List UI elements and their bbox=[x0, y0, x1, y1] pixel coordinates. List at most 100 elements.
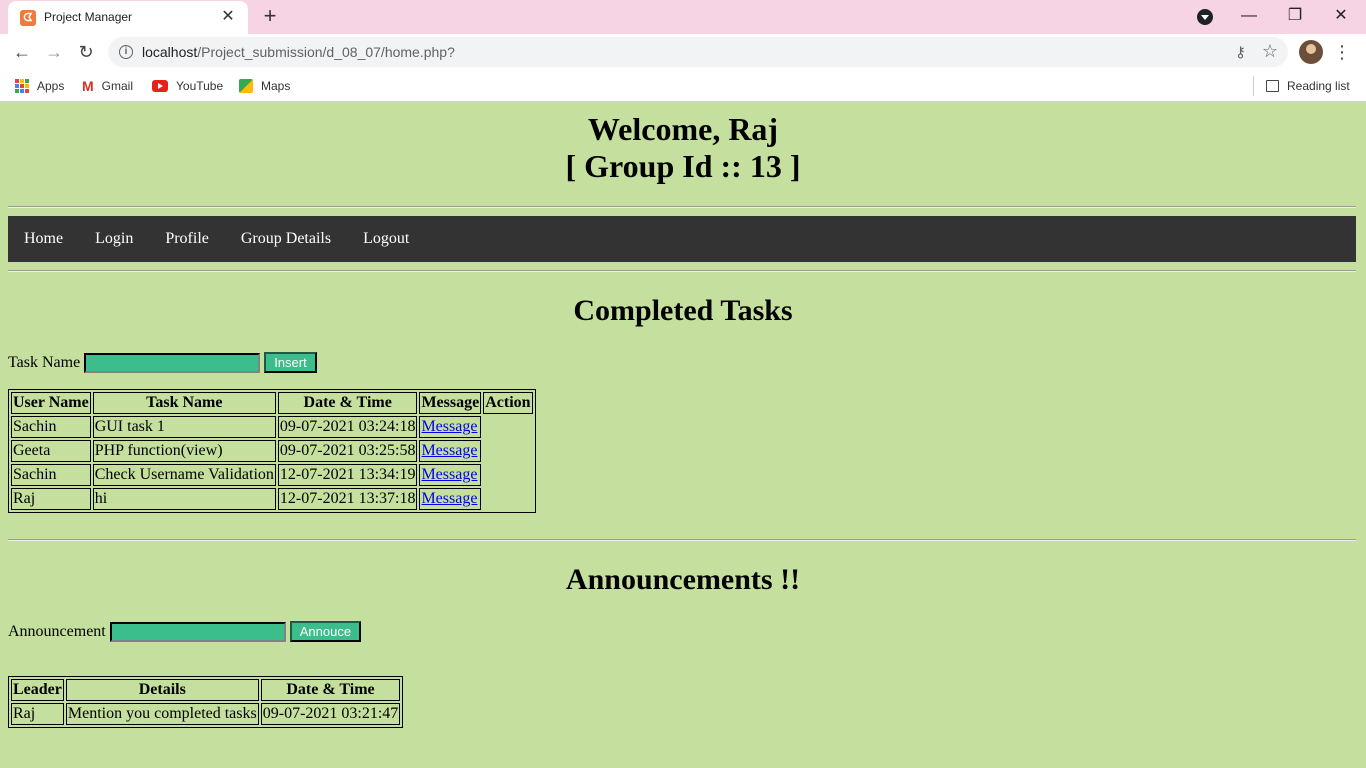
minimize-icon[interactable]: — bbox=[1226, 2, 1272, 30]
table-row: Sachin Check Username Validation 12-07-2… bbox=[11, 464, 533, 486]
task-name-label: Task Name bbox=[8, 353, 81, 371]
user-name-cell: Raj bbox=[11, 488, 91, 510]
tab-search-icon[interactable] bbox=[1197, 9, 1213, 25]
announce-button[interactable]: Annouce bbox=[289, 621, 362, 642]
datetime-cell: 12-07-2021 13:37:18 bbox=[277, 488, 418, 510]
menu-kebab-icon[interactable]: ⋮ bbox=[1330, 38, 1354, 66]
message-cell: Message bbox=[419, 464, 482, 486]
page-header: Welcome, Raj [ Group Id :: 13 ] bbox=[0, 111, 1366, 185]
url-text: localhost/Project_submission/d_08_07/hom… bbox=[142, 44, 455, 60]
group-id-title: [ Group Id :: 13 ] bbox=[565, 148, 801, 184]
gmail-icon: M bbox=[82, 78, 94, 94]
nav-bar: Home Login Profile Group Details Logout bbox=[8, 216, 1356, 262]
new-tab-icon[interactable]: + bbox=[258, 4, 282, 28]
reading-list-button[interactable]: Reading list bbox=[1266, 77, 1350, 95]
message-link[interactable]: Message bbox=[421, 490, 477, 507]
user-name-cell: Geeta bbox=[11, 440, 91, 462]
task-name-cell: PHP function(view) bbox=[92, 440, 276, 462]
table-header-row: User Name Task Name Date & Time Message … bbox=[11, 392, 533, 414]
insert-button[interactable]: Insert bbox=[264, 352, 317, 373]
reload-icon[interactable]: ↻ bbox=[72, 38, 100, 66]
page-body: Welcome, Raj [ Group Id :: 13 ] Home Log… bbox=[0, 103, 1366, 768]
table-row: Geeta PHP function(view) 09-07-2021 03:2… bbox=[11, 440, 533, 462]
table-row: Raj Mention you completed tasks 09-07-20… bbox=[11, 703, 401, 725]
datetime-cell: 12-07-2021 13:34:19 bbox=[277, 464, 418, 486]
apps-grid-icon bbox=[15, 79, 29, 93]
leader-cell: Raj bbox=[11, 703, 64, 725]
datetime-cell: 09-07-2021 03:25:58 bbox=[277, 440, 418, 462]
youtube-icon bbox=[152, 80, 168, 92]
nav-home[interactable]: Home bbox=[8, 216, 79, 262]
back-arrow-icon[interactable]: ← bbox=[8, 38, 36, 66]
action-cell bbox=[483, 488, 532, 510]
task-form: Task Name Insert bbox=[8, 352, 317, 373]
column-header: Date & Time bbox=[260, 679, 401, 701]
task-name-cell: GUI task 1 bbox=[92, 416, 276, 438]
browser-toolbar: ← → ↻ i localhost/Project_submission/d_0… bbox=[0, 34, 1366, 70]
site-info-icon[interactable]: i bbox=[119, 45, 133, 59]
nav-login[interactable]: Login bbox=[79, 216, 149, 262]
divider bbox=[8, 206, 1356, 208]
reading-list-icon bbox=[1266, 80, 1279, 92]
browser-tab[interactable]: ᗧ Project Manager ✕ bbox=[8, 1, 248, 34]
announcement-label: Announcement bbox=[8, 622, 106, 640]
completed-tasks-table: User Name Task Name Date & Time Message … bbox=[8, 389, 536, 513]
announcement-input[interactable] bbox=[109, 621, 286, 642]
action-cell bbox=[483, 416, 532, 438]
bookmark-gmail[interactable]: M Gmail bbox=[82, 77, 133, 95]
maps-icon bbox=[239, 79, 253, 93]
column-header: Date & Time bbox=[277, 392, 418, 414]
action-cell bbox=[483, 464, 532, 486]
xampp-favicon-icon: ᗧ bbox=[20, 10, 36, 26]
announcements-table: Leader Details Date & Time Raj Mention y… bbox=[8, 676, 404, 728]
column-header: User Name bbox=[11, 392, 91, 414]
task-name-cell: Check Username Validation bbox=[92, 464, 276, 486]
message-cell: Message bbox=[419, 416, 482, 438]
password-key-icon[interactable]: ⚷ bbox=[1235, 43, 1246, 61]
bookmark-apps[interactable]: Apps bbox=[15, 77, 64, 95]
user-name-cell: Sachin bbox=[11, 416, 91, 438]
action-cell bbox=[483, 440, 532, 462]
announcements-title: Announcements !! bbox=[565, 563, 801, 596]
column-header: Details bbox=[65, 679, 259, 701]
message-link[interactable]: Message bbox=[421, 418, 477, 435]
announcement-form: Announcement Annouce bbox=[8, 621, 362, 642]
divider bbox=[8, 270, 1356, 272]
message-cell: Message bbox=[419, 488, 482, 510]
bookmark-label: Apps bbox=[37, 79, 65, 93]
table-header-row: Leader Details Date & Time bbox=[11, 679, 401, 701]
bookmark-star-icon[interactable]: ☆ bbox=[1262, 41, 1278, 62]
tab-strip: ᗧ Project Manager ✕ + — ❐ ✕ bbox=[0, 0, 1366, 34]
divider bbox=[8, 539, 1356, 541]
table-row: Raj hi 12-07-2021 13:37:18 Message bbox=[11, 488, 533, 510]
nav-profile[interactable]: Profile bbox=[149, 216, 225, 262]
table-row: Sachin GUI task 1 09-07-2021 03:24:18 Me… bbox=[11, 416, 533, 438]
bookmark-label: YouTube bbox=[176, 79, 224, 93]
nav-logout[interactable]: Logout bbox=[347, 216, 425, 262]
message-link[interactable]: Message bbox=[421, 466, 477, 483]
bookmark-label: Gmail bbox=[101, 79, 134, 93]
profile-avatar[interactable] bbox=[1299, 40, 1323, 64]
close-tab-icon[interactable]: ✕ bbox=[218, 7, 238, 27]
datetime-cell: 09-07-2021 03:24:18 bbox=[277, 416, 418, 438]
column-header: Leader bbox=[11, 679, 64, 701]
tab-title: Project Manager bbox=[44, 10, 133, 24]
column-header: Task Name bbox=[92, 392, 276, 414]
task-name-cell: hi bbox=[92, 488, 276, 510]
welcome-title: Welcome, Raj bbox=[587, 111, 779, 147]
column-header: Action bbox=[483, 392, 533, 414]
address-bar[interactable]: i localhost/Project_submission/d_08_07/h… bbox=[108, 37, 1288, 67]
datetime-cell: 09-07-2021 03:21:47 bbox=[260, 703, 401, 725]
bookmark-maps[interactable]: Maps bbox=[239, 77, 290, 95]
column-header: Message bbox=[419, 392, 482, 414]
bookmarks-bar: Apps M Gmail YouTube Maps Reading list bbox=[0, 70, 1366, 102]
completed-tasks-title: Completed Tasks bbox=[573, 294, 793, 327]
task-name-input[interactable] bbox=[84, 352, 261, 373]
close-window-icon[interactable]: ✕ bbox=[1318, 2, 1364, 30]
bookmark-youtube[interactable]: YouTube bbox=[152, 77, 223, 95]
nav-group-details[interactable]: Group Details bbox=[225, 216, 347, 262]
details-cell: Mention you completed tasks bbox=[65, 703, 259, 725]
forward-arrow-icon[interactable]: → bbox=[40, 38, 68, 66]
restore-icon[interactable]: ❐ bbox=[1272, 2, 1318, 30]
message-link[interactable]: Message bbox=[421, 442, 477, 459]
